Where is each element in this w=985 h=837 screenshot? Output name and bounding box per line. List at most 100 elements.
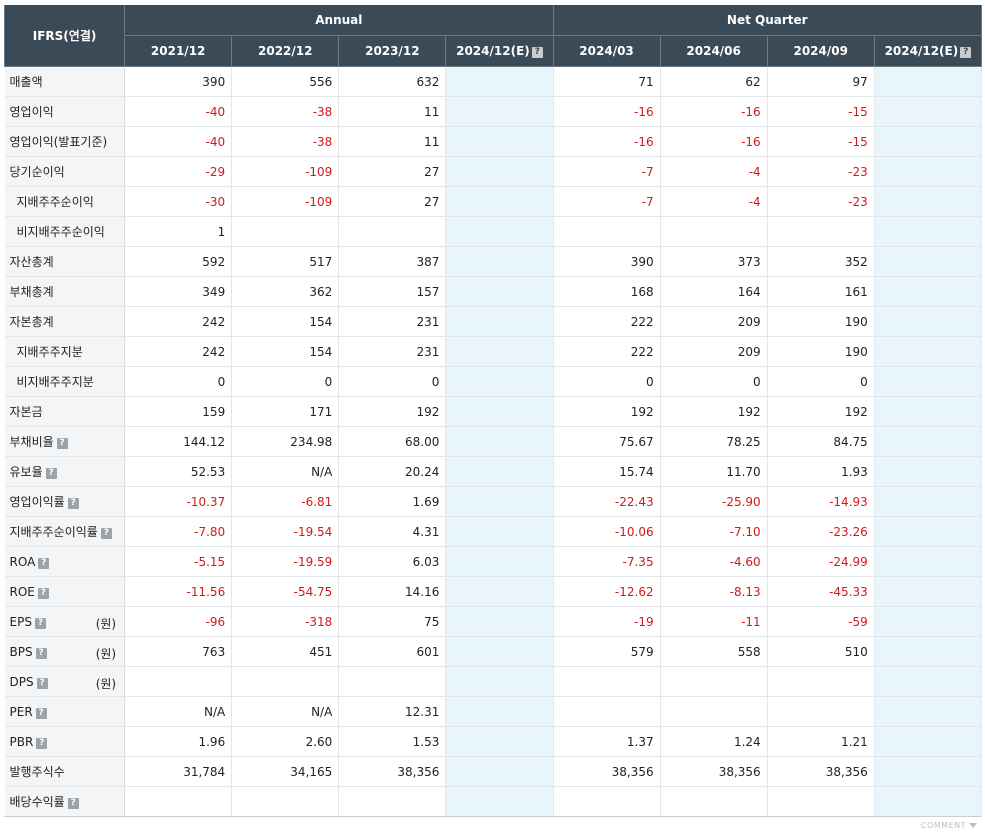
table-cell: -19	[553, 606, 661, 637]
row-label-text: 지배주주순이익	[16, 195, 94, 209]
table-cell: 390	[553, 246, 661, 277]
table-cell	[874, 396, 983, 427]
table-row: 영업이익(발표기준) -40 -38 11 -16 -16 -15	[4, 126, 983, 157]
table-cell: 20.24	[338, 456, 447, 487]
table-row: PER? N/A N/A 12.31	[4, 696, 983, 727]
table-cell	[660, 696, 768, 727]
table-row: BPS? (원) 763 451 601 579 558 510	[4, 636, 983, 667]
col-header: 2024/03	[552, 35, 661, 67]
table-cell	[445, 756, 554, 787]
row-label: PER?	[4, 696, 126, 727]
table-cell: -22.43	[553, 486, 661, 517]
help-icon[interactable]: ?	[45, 468, 57, 479]
table-cell	[445, 636, 554, 667]
table-cell: -19.54	[231, 516, 340, 547]
table-cell: -15	[767, 126, 875, 157]
chevron-down-icon	[969, 823, 977, 828]
help-icon[interactable]: ?	[56, 438, 68, 449]
table-cell: N/A	[231, 696, 340, 727]
help-icon[interactable]: ?	[35, 647, 47, 659]
help-icon[interactable]: ?	[34, 617, 46, 629]
table-cell: 556	[231, 66, 340, 97]
row-label: EPS? (원)	[4, 606, 126, 637]
table-cell: 373	[660, 246, 768, 277]
table-cell: 84.75	[767, 426, 875, 457]
table-cell: 451	[231, 636, 340, 667]
row-label: 영업이익(발표기준)	[4, 126, 126, 157]
table-cell: 510	[767, 636, 875, 667]
table-cell	[874, 576, 983, 607]
table-cell	[874, 246, 983, 277]
row-label-text: EPS	[9, 614, 32, 629]
table-cell: -6.81	[231, 486, 340, 517]
table-cell: -7	[553, 156, 661, 187]
table-cell	[231, 216, 340, 247]
row-label-text: 영업이익(발표기준)	[9, 135, 108, 149]
table-row: 매출액 390 556 632 71 62 97	[4, 66, 983, 97]
table-cell: -16	[553, 126, 661, 157]
help-icon[interactable]: ?	[67, 498, 79, 509]
help-icon[interactable]: ?	[100, 528, 112, 539]
table-row: 부채비율? 144.12 234.98 68.00 75.67 78.25 84.75	[4, 426, 983, 457]
row-label-text: PBR	[9, 734, 34, 749]
table-cell: -4	[660, 156, 768, 187]
table-cell: 1.93	[767, 456, 875, 487]
table-cell: 171	[231, 396, 340, 427]
help-icon[interactable]: ?	[36, 677, 48, 689]
table-cell: 0	[231, 366, 340, 397]
table-cell	[445, 456, 554, 487]
table-cell	[445, 486, 554, 517]
table-cell: 192	[553, 396, 661, 427]
table-cell: 11.70	[660, 456, 768, 487]
comment-toggle[interactable]: COMMENT	[921, 821, 977, 830]
help-icon[interactable]: ?	[35, 707, 47, 719]
row-label: 매출액	[4, 66, 126, 97]
table-cell: -4.60	[660, 546, 768, 577]
table-cell: 222	[553, 336, 661, 367]
table-cell	[874, 126, 983, 157]
table-cell: 0	[553, 366, 661, 397]
table-cell	[660, 666, 768, 697]
row-label-text: 비지배주주지분	[16, 375, 94, 389]
table-cell	[874, 426, 983, 457]
table-cell	[445, 246, 554, 277]
table-row: 영업이익률? -10.37 -6.81 1.69 -22.43 -25.90 -14.93	[4, 486, 983, 517]
help-icon[interactable]: ?	[67, 798, 79, 809]
table-cell	[553, 696, 661, 727]
table-cell	[874, 546, 983, 577]
help-icon[interactable]: ?	[37, 587, 49, 599]
table-cell: 763	[124, 636, 233, 667]
table-cell: 68.00	[338, 426, 447, 457]
table-cell: 190	[767, 306, 875, 337]
table-cell	[338, 666, 447, 697]
help-icon[interactable]: ?	[531, 47, 543, 58]
row-label-text: 부채비율	[9, 435, 54, 449]
table-cell: 192	[338, 396, 447, 427]
table-cell: -29	[124, 156, 233, 187]
col-header: 2024/09	[766, 35, 875, 67]
table-cell: 192	[660, 396, 768, 427]
row-label: BPS? (원)	[4, 636, 126, 667]
help-icon[interactable]: ?	[960, 47, 972, 58]
table-cell	[874, 516, 983, 547]
table-cell: -40	[124, 126, 233, 157]
table-cell: N/A	[231, 456, 340, 487]
table-cell	[874, 366, 983, 397]
help-icon[interactable]: ?	[36, 737, 48, 749]
unit-label: (원)	[95, 647, 117, 661]
row-label: 자산총계	[4, 246, 126, 277]
table-cell: -38	[231, 126, 340, 157]
table-cell: 12.31	[338, 696, 447, 727]
table-cell: 31,784	[124, 756, 233, 787]
table-row: 자본금 159 171 192 192 192 192	[4, 396, 983, 427]
table-cell: 517	[231, 246, 340, 277]
table-cell: -10.06	[553, 516, 661, 547]
table-cell	[445, 156, 554, 187]
help-icon[interactable]: ?	[38, 557, 50, 569]
table-cell: 1	[124, 216, 233, 247]
table-cell: 0	[338, 366, 447, 397]
table-cell	[338, 786, 447, 817]
table-cell: -54.75	[231, 576, 340, 607]
table-cell	[874, 756, 983, 787]
table-cell: 387	[338, 246, 447, 277]
